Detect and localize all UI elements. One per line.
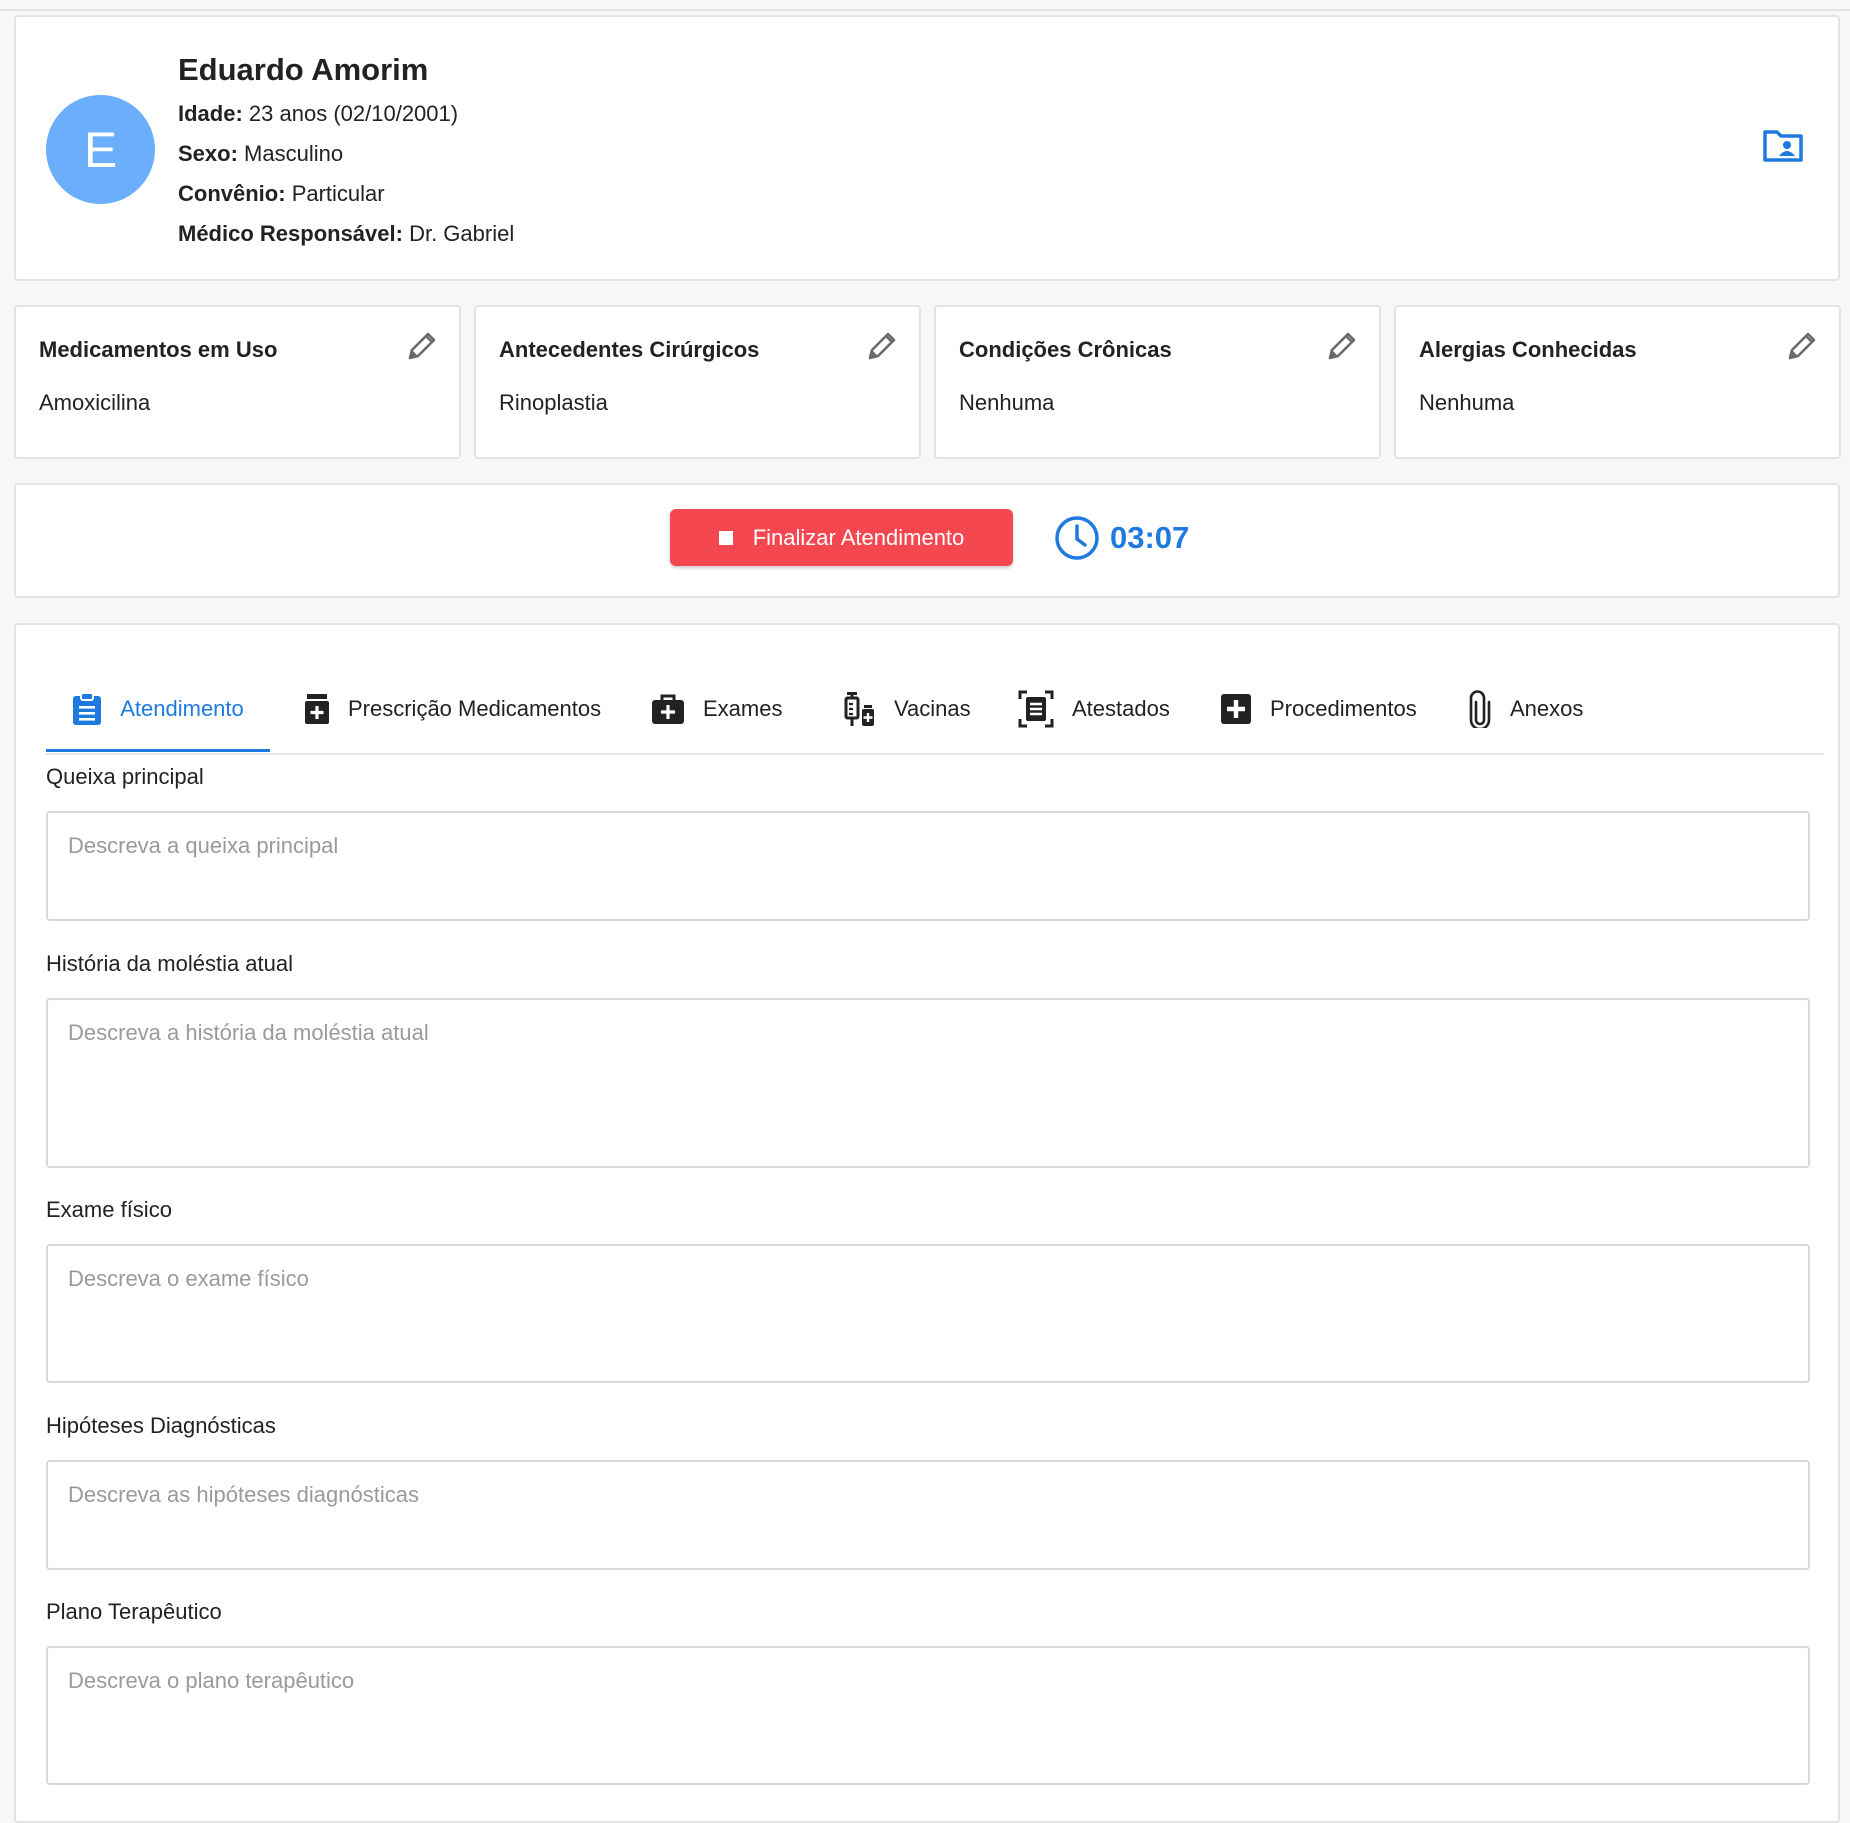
age-value: 23 anos (02/10/2001) (248, 101, 459, 126)
tab-label: Anexos (1510, 696, 1584, 721)
elapsed-timer: 03:07 (1110, 520, 1190, 555)
info-card-title: Medicamentos em Uso (39, 337, 278, 362)
top-divider (0, 0, 1850, 11)
pencil-icon[interactable] (1325, 329, 1359, 363)
active-tab-indicator (46, 749, 270, 752)
patient-card: E Eduardo Amorim Idade: 23 anos (02/10/2… (14, 15, 1840, 281)
pencil-icon[interactable] (865, 329, 899, 363)
info-card-title: Condições Crônicas (959, 337, 1172, 362)
physical-exam-input[interactable] (46, 1244, 1810, 1383)
plus-square-icon (1221, 694, 1251, 724)
document-scan-icon (1018, 690, 1054, 728)
tab-exames[interactable]: Exames (651, 665, 782, 753)
tab-label: Vacinas (894, 696, 971, 721)
tab-prescricao[interactable]: Prescrição Medicamentos (304, 665, 601, 753)
tab-label: Procedimentos (1270, 696, 1417, 721)
field-label-physical-exam: Exame físico (46, 1197, 172, 1222)
therapeutic-plan-input[interactable] (46, 1646, 1810, 1785)
patient-insurance: Convênio: Particular (178, 181, 385, 207)
info-card-allergies: Alergias Conhecidas Nenhuma (1394, 305, 1841, 459)
patient-sex: Sexo: Masculino (178, 141, 343, 167)
folder-user-icon[interactable] (1762, 127, 1804, 163)
info-card-value: Nenhuma (1419, 390, 1515, 415)
tab-procedimentos[interactable]: Procedimentos (1220, 665, 1417, 753)
vaccine-icon (844, 692, 874, 726)
tab-label: Prescrição Medicamentos (348, 696, 602, 721)
tab-label: Atendimento (120, 696, 244, 721)
tab-anexos[interactable]: Anexos (1468, 665, 1583, 753)
stop-icon (718, 530, 733, 545)
field-label-therapeutic-plan: Plano Terapêutico (46, 1599, 222, 1624)
info-card-medications: Medicamentos em Uso Amoxicilina (14, 305, 461, 459)
pencil-icon[interactable] (1785, 329, 1819, 363)
patient-age: Idade: 23 anos (02/10/2001) (178, 101, 458, 127)
info-card-title: Alergias Conhecidas (1419, 337, 1637, 362)
tab-vacinas[interactable]: Vacinas (844, 665, 971, 753)
chief-complaint-input[interactable] (46, 811, 1810, 921)
doctor-value: Dr. Gabriel (409, 221, 515, 246)
clock-icon (1055, 516, 1099, 560)
info-card-title: Antecedentes Cirúrgicos (499, 337, 760, 362)
patient-doctor: Médico Responsável: Dr. Gabriel (178, 221, 514, 247)
info-card-chronic-conditions: Condições Crônicas Nenhuma (934, 305, 1381, 459)
age-label: Idade: (178, 101, 243, 126)
paperclip-icon (1469, 690, 1491, 728)
avatar: E (46, 95, 155, 204)
tab-label: Atestados (1072, 696, 1170, 721)
main-panel: Atendimento Prescrição Medicamentos Exam… (14, 623, 1840, 1823)
doctor-label: Médico Responsável: (178, 221, 403, 246)
diagnostic-hypotheses-input[interactable] (46, 1460, 1810, 1570)
field-label-history: História da moléstia atual (46, 951, 294, 976)
info-card-value: Nenhuma (959, 390, 1055, 415)
sex-label: Sexo: (178, 141, 238, 166)
info-card-surgical-history: Antecedentes Cirúrgicos Rinoplastia (474, 305, 921, 459)
tab-bar: Atendimento Prescrição Medicamentos Exam… (46, 665, 1824, 755)
clipboard-icon (73, 692, 102, 725)
info-card-value: Amoxicilina (39, 390, 151, 415)
tab-atestados[interactable]: Atestados (1018, 665, 1170, 753)
field-label-diagnostic-hypotheses: Hipóteses Diagnósticas (46, 1413, 276, 1438)
action-bar: Finalizar Atendimento 03:07 (14, 483, 1840, 598)
history-input[interactable] (46, 998, 1810, 1168)
patient-name: Eduardo Amorim (178, 52, 429, 87)
insurance-value: Particular (291, 181, 385, 206)
field-label-chief-complaint: Queixa principal (46, 764, 204, 789)
info-card-value: Rinoplastia (499, 390, 608, 415)
sex-value: Masculino (244, 141, 344, 166)
finish-appointment-label: Finalizar Atendimento (752, 524, 965, 550)
pencil-icon[interactable] (405, 329, 439, 363)
tab-atendimento[interactable]: Atendimento (46, 665, 270, 753)
insurance-label: Convênio: (178, 181, 286, 206)
medical-kit-icon (652, 694, 684, 724)
finish-appointment-button[interactable]: Finalizar Atendimento (670, 509, 1013, 566)
tab-label: Exames (703, 696, 783, 721)
medicine-bottle-icon (305, 694, 329, 724)
